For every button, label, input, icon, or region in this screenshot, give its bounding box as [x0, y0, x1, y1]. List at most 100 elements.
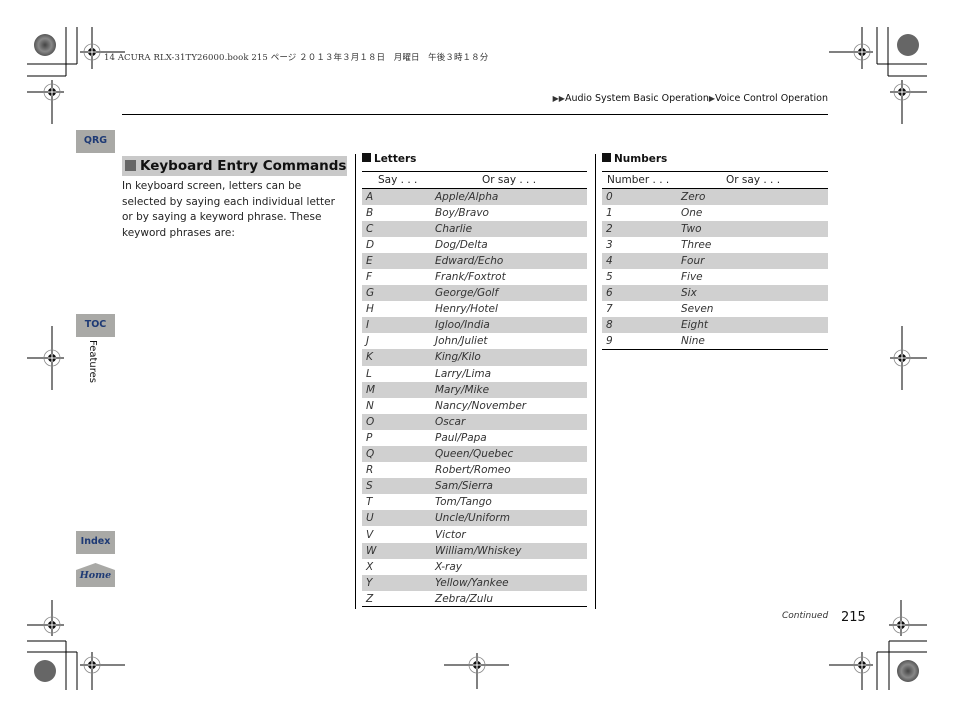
breadcrumb: ▶▶Audio System Basic Operation▶Voice Con… [553, 93, 828, 104]
row-phrase: Two [681, 220, 828, 237]
row-phrase: Larry/Lima [435, 367, 492, 380]
row-phrase: Victor [435, 528, 466, 541]
breadcrumb-item[interactable]: Audio System Basic Operation [565, 93, 709, 104]
row-key: 8 [602, 317, 681, 334]
gray-disc-icon [897, 34, 919, 56]
header-rule [122, 114, 828, 115]
table-row: B Boy/Bravo [362, 205, 587, 221]
row-key: 3 [606, 238, 613, 251]
table-row: P Paul/Papa [362, 430, 587, 446]
row-key: D [366, 238, 375, 251]
row-key: B [366, 206, 374, 219]
row-key: Q [362, 446, 435, 463]
table-row: 3 Three [602, 237, 828, 253]
numbers-table: Number . . . Or say . . . 0 Zero 1 One 2 Two 3… [602, 171, 828, 350]
print-header: 14 ACURA RLX-31TY26000.book 215 ページ ２０１３… [104, 53, 489, 63]
letters-table: Say . . . Or say . . . A Apple/Alpha B Boy/… [362, 171, 587, 608]
column-divider [355, 154, 356, 609]
row-key: C [362, 220, 435, 237]
home-label: Home [79, 570, 112, 581]
table-row: F Frank/Foxtrot [362, 269, 587, 285]
row-key: K [362, 349, 435, 366]
column-header: Or say . . . [681, 171, 828, 189]
table-row: K King/Kilo [362, 349, 587, 366]
row-phrase: Apple/Alpha [435, 188, 587, 205]
table-row: 4 Four [602, 252, 828, 269]
row-phrase: Dog/Delta [435, 238, 488, 251]
row-phrase: Yellow/Yankee [435, 574, 587, 591]
table-row: 0 Zero [602, 188, 828, 205]
row-key: S [362, 478, 435, 495]
toc-button[interactable]: TOC [76, 314, 115, 337]
table-row: E Edward/Echo [362, 252, 587, 269]
row-key: E [362, 252, 435, 269]
row-phrase: Uncle/Uniform [435, 510, 587, 527]
qrg-button[interactable]: QRG [76, 130, 115, 153]
row-key: G [362, 285, 435, 302]
row-phrase: Tom/Tango [435, 496, 492, 509]
continued-label: Continued [782, 611, 829, 621]
row-phrase: King/Kilo [435, 349, 587, 366]
table-row: Q Queen/Quebec [362, 446, 587, 463]
row-phrase: Zero [681, 188, 828, 205]
row-key: F [366, 271, 373, 284]
table-row: Y Yellow/Yankee [362, 574, 587, 591]
table-row: J John/Juliet [362, 333, 587, 349]
row-key: I [362, 317, 435, 334]
numbers-table-title: Numbers [602, 153, 667, 165]
table-row: D Dog/Delta [362, 237, 587, 253]
table-row: S Sam/Sierra [362, 478, 587, 495]
row-key: P [366, 431, 373, 444]
row-key: M [362, 381, 435, 398]
row-phrase: Robert/Romeo [435, 464, 511, 477]
gray-disc-icon [34, 660, 56, 682]
row-key: J [366, 335, 370, 348]
row-key: R [366, 464, 374, 477]
table-row: I Igloo/India [362, 317, 587, 334]
row-key: 7 [606, 303, 613, 316]
row-phrase: Charlie [435, 220, 587, 237]
row-key: N [366, 399, 374, 412]
row-phrase: One [681, 206, 703, 219]
row-phrase: Henry/Hotel [435, 303, 498, 316]
row-key: 0 [602, 188, 681, 205]
row-key: X [366, 560, 374, 573]
table-row: V Victor [362, 526, 587, 542]
row-phrase: Five [681, 271, 703, 284]
row-key: 6 [602, 285, 681, 302]
row-key: W [362, 542, 435, 559]
row-key: 2 [602, 220, 681, 237]
row-phrase: Six [681, 285, 828, 302]
index-button[interactable]: Index [76, 531, 115, 554]
row-phrase: Mary/Mike [435, 381, 587, 398]
table-row: H Henry/Hotel [362, 301, 587, 317]
table-row: M Mary/Mike [362, 381, 587, 398]
section-title: Keyboard Entry Commands [122, 156, 347, 176]
row-phrase: Queen/Quebec [435, 446, 587, 463]
table-row: T Tom/Tango [362, 494, 587, 510]
row-phrase: Frank/Foxtrot [435, 271, 506, 284]
row-key: V [366, 528, 374, 541]
section-body: In keyboard screen, letters can be selec… [122, 180, 335, 239]
row-key: 5 [606, 271, 613, 284]
row-key: 9 [602, 333, 681, 350]
table-row: U Uncle/Uniform [362, 510, 587, 527]
table-row: C Charlie [362, 220, 587, 237]
column-divider [595, 154, 596, 609]
row-key: Z [362, 590, 435, 608]
table-row: 9 Nine [602, 333, 828, 350]
letters-title-text: Letters [374, 153, 417, 165]
row-key: 1 [606, 206, 613, 219]
row-phrase: Sam/Sierra [435, 478, 587, 495]
row-phrase: Paul/Papa [435, 431, 487, 444]
column-header: Say . . . [362, 171, 435, 189]
square-bullet-icon [602, 153, 611, 162]
row-phrase: Four [681, 252, 828, 269]
breadcrumb-item[interactable]: Voice Control Operation [715, 93, 828, 104]
table-row: 7 Seven [602, 301, 828, 317]
row-key: H [366, 303, 374, 316]
home-button[interactable]: Home [76, 563, 115, 587]
row-phrase: Eight [681, 317, 828, 334]
square-bullet-icon [125, 160, 136, 171]
row-key: T [366, 496, 373, 509]
